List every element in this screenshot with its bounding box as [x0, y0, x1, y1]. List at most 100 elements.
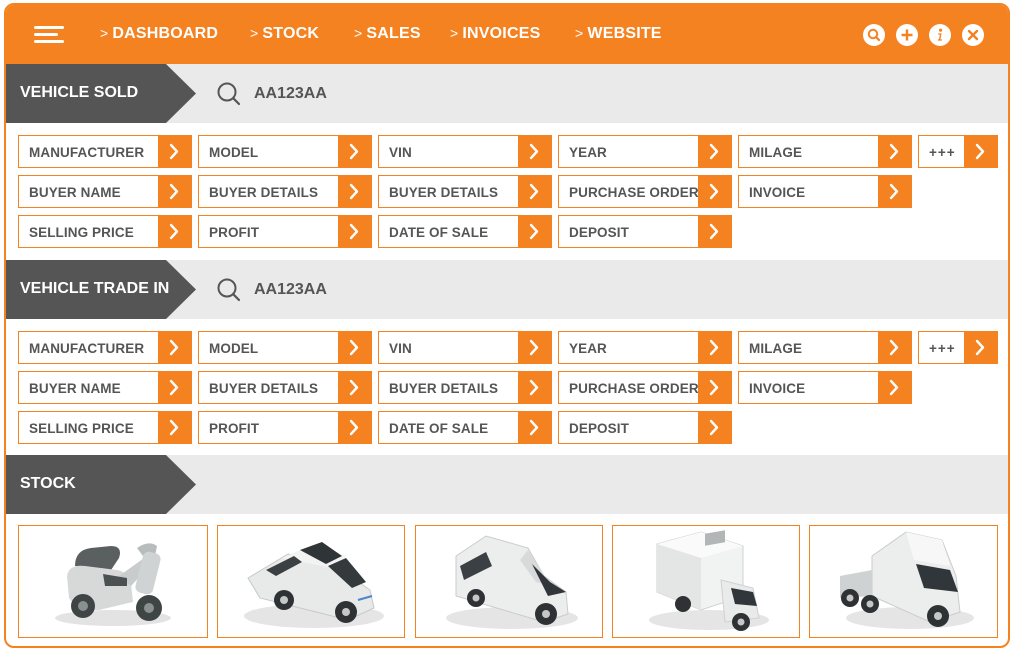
chevron-right-icon[interactable] [338, 412, 371, 443]
field-button[interactable]: MILAGE [738, 135, 912, 168]
chevron-right-icon[interactable] [698, 372, 731, 403]
chevron-right-icon[interactable] [518, 176, 551, 207]
field-button[interactable]: VIN [378, 331, 552, 364]
field-label: PURCHASE ORDER [569, 185, 699, 200]
plus-icon[interactable] [896, 24, 918, 46]
search-icon[interactable] [863, 24, 885, 46]
field-button[interactable]: YEAR [558, 331, 732, 364]
chevron-right-icon[interactable] [878, 332, 911, 363]
chevron-right-icon[interactable] [518, 136, 551, 167]
chevron-right-icon[interactable] [158, 332, 191, 363]
chevron-right-icon[interactable] [338, 332, 371, 363]
vehicle-sold-header: VEHICLE SOLD [6, 64, 1008, 123]
field-button[interactable]: INVOICE [738, 175, 912, 208]
close-icon[interactable] [962, 24, 984, 46]
top-nav-bar: > DASHBOARD > STOCK > SALES > INVOICES > WEBS… [6, 5, 1008, 64]
more-fields-button[interactable]: +++ [918, 135, 998, 168]
field-button[interactable]: BUYER NAME [18, 175, 192, 208]
field-button[interactable]: VIN [378, 135, 552, 168]
field-button[interactable]: YEAR [558, 135, 732, 168]
chevron-right-icon[interactable] [964, 136, 997, 167]
nav-stock[interactable]: > STOCK [250, 25, 319, 43]
nav-website[interactable]: > WEBSITE [575, 25, 662, 43]
field-button[interactable]: BUYER NAME [18, 371, 192, 404]
field-button[interactable]: BUYER DETAILS [198, 175, 372, 208]
nav-dashboard[interactable]: > DASHBOARD [100, 25, 218, 43]
field-button[interactable]: PURCHASE ORDER [558, 175, 732, 208]
field-button[interactable]: BUYER DETAILS [198, 371, 372, 404]
field-button[interactable]: BUYER DETAILS [378, 175, 552, 208]
chevron-right-icon[interactable] [158, 136, 191, 167]
field-button[interactable]: SELLING PRICE [18, 215, 192, 248]
field-button[interactable]: MODEL [198, 135, 372, 168]
field-button[interactable]: PROFIT [198, 215, 372, 248]
chevron-right-icon[interactable] [158, 372, 191, 403]
stock-card-van[interactable] [415, 525, 603, 638]
field-button[interactable]: DATE OF SALE [378, 411, 552, 444]
section-tag: VEHICLE SOLD [6, 64, 196, 123]
field-label: +++ [929, 145, 956, 160]
chevron-right-icon[interactable] [698, 176, 731, 207]
field-label: BUYER DETAILS [389, 381, 499, 396]
chevron-right-icon[interactable] [338, 176, 371, 207]
search-box[interactable] [216, 80, 436, 108]
stock-card-box-truck[interactable] [612, 525, 800, 638]
vehicle-trade-in-header: VEHICLE TRADE IN [6, 260, 1008, 319]
chevron-right-icon[interactable] [518, 216, 551, 247]
chevron-right-icon[interactable] [878, 136, 911, 167]
field-button[interactable]: MANUFACTURER [18, 331, 192, 364]
stock-card-sedan[interactable] [217, 525, 405, 638]
box-truck-icon [649, 530, 769, 631]
field-label: PURCHASE ORDER [569, 381, 699, 396]
chevron-right-icon[interactable] [518, 332, 551, 363]
field-button[interactable]: DATE OF SALE [378, 215, 552, 248]
field-button[interactable]: DEPOSIT [558, 215, 732, 248]
chevron-right-icon[interactable] [338, 136, 371, 167]
field-button[interactable]: SELLING PRICE [18, 411, 192, 444]
nav-invoices[interactable]: > INVOICES [450, 25, 540, 43]
more-fields-button[interactable]: +++ [918, 331, 998, 364]
chevron-right-icon[interactable] [698, 332, 731, 363]
search-box[interactable] [216, 276, 436, 304]
field-label: YEAR [569, 145, 607, 160]
chevron-right-icon[interactable] [698, 136, 731, 167]
chevron-right-icon[interactable] [158, 176, 191, 207]
field-button[interactable]: MODEL [198, 331, 372, 364]
chevron-right-icon[interactable] [518, 412, 551, 443]
field-label: YEAR [569, 341, 607, 356]
field-button[interactable]: PURCHASE ORDER [558, 371, 732, 404]
search-icon [217, 278, 241, 302]
field-label: DEPOSIT [569, 421, 629, 436]
field-button[interactable]: DEPOSIT [558, 411, 732, 444]
chevron-right-icon[interactable] [518, 372, 551, 403]
scooter-icon [55, 543, 171, 626]
field-button[interactable]: INVOICE [738, 371, 912, 404]
nav-website-label: WEBSITE [587, 25, 662, 42]
field-button[interactable]: PROFIT [198, 411, 372, 444]
chevron-right-icon[interactable] [158, 216, 191, 247]
chevron-right-icon[interactable] [878, 176, 911, 207]
search-input[interactable] [254, 85, 424, 103]
chevron-right-icon[interactable] [964, 332, 997, 363]
stock-card-semi-truck[interactable] [809, 525, 998, 638]
chevron-right-icon[interactable] [338, 372, 371, 403]
field-button[interactable]: BUYER DETAILS [378, 371, 552, 404]
field-label: PROFIT [209, 421, 260, 436]
field-button[interactable]: MANUFACTURER [18, 135, 192, 168]
stock-card-scooter[interactable] [18, 525, 208, 638]
nav-invoices-label: INVOICES [462, 25, 541, 42]
nav-sales[interactable]: > SALES [354, 25, 421, 43]
chevron-right-icon[interactable] [338, 216, 371, 247]
chevron-right-icon[interactable] [878, 372, 911, 403]
field-label: MILAGE [749, 341, 803, 356]
chevron-right-icon[interactable] [158, 412, 191, 443]
field-label: MANUFACTURER [29, 145, 145, 160]
info-icon[interactable] [929, 24, 951, 46]
chevron-right-icon[interactable] [698, 216, 731, 247]
field-button[interactable]: MILAGE [738, 331, 912, 364]
search-input[interactable] [254, 281, 424, 299]
menu-icon[interactable] [34, 25, 68, 45]
nav-sales-label: SALES [366, 25, 421, 42]
semi-truck-icon [840, 531, 974, 629]
chevron-right-icon[interactable] [698, 412, 731, 443]
